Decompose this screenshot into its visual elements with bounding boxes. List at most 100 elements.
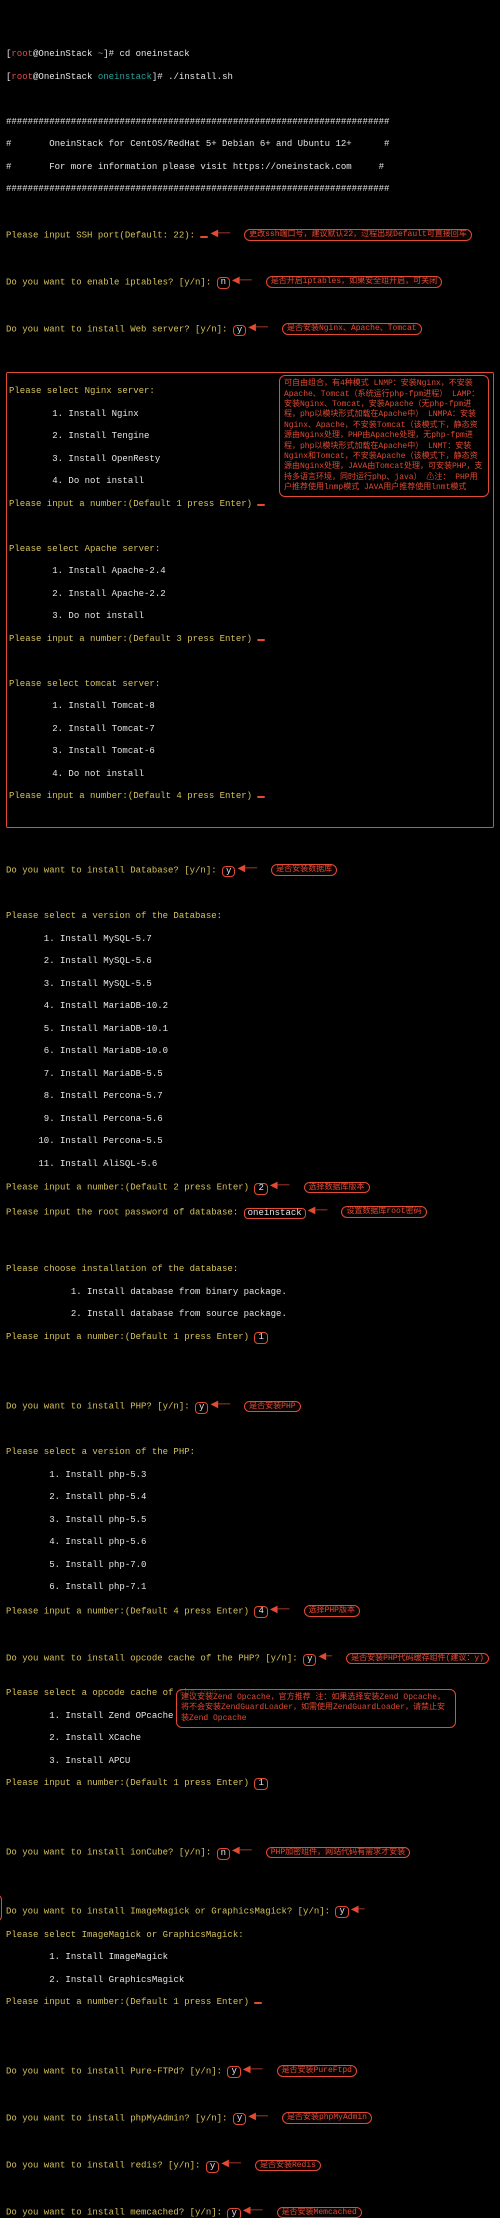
banner-hash: ########################################… <box>6 184 494 195</box>
input-apache-number[interactable] <box>257 639 265 641</box>
prompt-db-ver-input: Please input a number:(Default 2 press E… <box>6 1183 249 1193</box>
arrow-icon: ◀── <box>248 2112 268 2125</box>
arrow-icon: ◀─ <box>351 1905 365 1918</box>
arrow-icon: ◀── <box>232 276 252 289</box>
input-pureftpd[interactable]: y <box>227 2066 240 2078</box>
input-tomcat-number[interactable] <box>257 796 265 798</box>
list-item: 1. Install database from binary package. <box>6 1287 494 1298</box>
list-item: 5. Install php-7.0 <box>6 1560 494 1571</box>
shell-prompt-1: [root@OneinStack ~]# cd oneinstack <box>6 49 494 60</box>
list-item: 3. Install php-5.5 <box>6 1515 494 1526</box>
note-php: 是否安装PHP <box>244 1401 300 1413</box>
arrow-icon: ◀── <box>237 864 257 877</box>
input-db-ver[interactable]: 2 <box>254 1183 267 1195</box>
prompt-db-root: Please input the root password of databa… <box>6 1208 238 1218</box>
prompt-memcached: Do you want to install memcached? [y/n]: <box>6 2208 222 2218</box>
prompt-webserver: Do you want to install Web server? [y/n]… <box>6 325 227 335</box>
prompt-php: Do you want to install PHP? [y/n]: <box>6 1402 190 1412</box>
prompt-tomcat-input: Please input a number:(Default 4 press E… <box>9 791 252 801</box>
input-ssh[interactable] <box>200 236 208 238</box>
prompt-ssh: Please input SSH port(Default: 22): <box>6 231 195 241</box>
input-db-root[interactable]: oneinstack <box>244 1208 306 1220</box>
prompt-imagick-head: Please select ImageMagick or GraphicsMag… <box>6 1930 494 1941</box>
note-pureftpd: 是否安装PureFtpd <box>277 2065 357 2077</box>
input-nginx-number[interactable] <box>257 504 265 506</box>
note-db: 是否安装数据库 <box>271 864 337 876</box>
note-servers-side: 可自由组合，有4种模式 LNMP：安装Nginx，不安装Apache、Tomca… <box>279 375 489 497</box>
note-op-side: 建议安装Zend Opcache，官方推荐 注：如果选择安装Zend Opcac… <box>176 1689 456 1728</box>
prompt-opcache: Do you want to install opcode cache of t… <box>6 1654 298 1664</box>
prompt-db-ver-head: Please select a version of the Database: <box>6 911 494 922</box>
prompt-php-ver-head: Please select a version of the PHP: <box>6 1447 494 1458</box>
note-imagick: PHP图片处理模块，网站代码有需求才安装 <box>0 1894 2 1923</box>
arrow-icon: ◀── <box>243 2206 263 2218</box>
input-redis[interactable]: y <box>206 2161 219 2173</box>
note-webserver: 是否安装Nginx、Apache、Tomcat <box>282 323 422 335</box>
arrow-icon: ◀── <box>243 2065 263 2078</box>
input-iptables[interactable]: n <box>217 277 230 289</box>
prompt-apache-input: Please input a number:(Default 3 press E… <box>9 634 252 644</box>
list-item: 7. Install MariaDB-5.5 <box>6 1069 494 1080</box>
list-item: 5. Install MariaDB-10.1 <box>6 1024 494 1035</box>
list-item: 2. Install MySQL-5.6 <box>6 956 494 967</box>
list-item: 11. Install AliSQL-5.6 <box>6 1159 494 1170</box>
prompt-ioncube: Do you want to install ionCube? [y/n]: <box>6 1848 211 1858</box>
note-phpmyadmin: 是否安装phpMyAdmin <box>282 2112 372 2124</box>
note-memcached: 是否安装Memcached <box>277 2207 362 2218</box>
input-phpmyadmin[interactable]: y <box>233 2113 246 2125</box>
prompt-php-ver-input: Please input a number:(Default 4 press E… <box>6 1606 249 1616</box>
note-opcache: 是否安装PHP代码缓存组件(建议：y) <box>346 1653 489 1665</box>
input-opcache[interactable]: y <box>303 1654 316 1666</box>
prompt-db-pkg-input: Please input a number:(Default 1 press E… <box>6 1332 249 1342</box>
list-item: 8. Install Percona-5.7 <box>6 1091 494 1102</box>
input-ioncube[interactable]: n <box>217 1848 230 1860</box>
arrow-icon: ◀── <box>270 1605 290 1618</box>
input-db-pkg[interactable]: 1 <box>254 1332 267 1344</box>
arrow-icon: ◀── <box>232 1846 252 1859</box>
prompt-imagick-input: Please input a number:(Default 1 press E… <box>6 1997 249 2007</box>
list-item: 9. Install Percona-5.6 <box>6 1114 494 1125</box>
note-redis: 是否安装Redis <box>255 2160 321 2172</box>
prompt-apache-head: Please select Apache server: <box>9 544 491 555</box>
list-item: 2. Install Tomcat-7 <box>9 724 491 735</box>
list-item: 4. Install php-5.6 <box>6 1537 494 1548</box>
prompt-db-pkg-head: Please choose installation of the databa… <box>6 1264 494 1275</box>
input-php-ver[interactable]: 4 <box>254 1606 267 1618</box>
banner-line-2: # For more information please visit http… <box>6 162 494 173</box>
list-item: 1. Install Tomcat-8 <box>9 701 491 712</box>
list-item: 6. Install MariaDB-10.0 <box>6 1046 494 1057</box>
banner-line-1: # OneinStack for CentOS/RedHat 5+ Debian… <box>6 139 494 150</box>
list-item: 10. Install Percona-5.5 <box>6 1136 494 1147</box>
list-item: 2. Install XCache <box>6 1733 494 1744</box>
list-item: 3. Install APCU <box>6 1756 494 1767</box>
list-item: 1. Install ImageMagick <box>6 1952 494 1963</box>
note-db-root: 设置数据库root密码 <box>341 1206 426 1218</box>
input-db[interactable]: y <box>222 866 235 878</box>
prompt-tomcat-head: Please select tomcat server: <box>9 679 491 690</box>
arrow-icon: ◀── <box>308 1206 328 1219</box>
prompt-nginx-input: Please input a number:(Default 1 press E… <box>9 499 252 509</box>
list-item: 4. Do not install <box>9 769 491 780</box>
list-item: 6. Install php-7.1 <box>6 1582 494 1593</box>
list-item: 1. Install MySQL-5.7 <box>6 934 494 945</box>
prompt-phpmyadmin: Do you want to install phpMyAdmin? [y/n]… <box>6 2113 227 2123</box>
note-db-ver: 选择数据库版本 <box>304 1182 370 1194</box>
note-ioncube: PHP加密组件，网站代码有需求才安装 <box>266 1847 410 1859</box>
input-imagick-num[interactable] <box>254 2002 262 2004</box>
note-ssh: 更改ssh端口号，建议默认22，过程出现Default可直接回车 <box>244 229 472 241</box>
prompt-iptables: Do you want to enable iptables? [y/n]: <box>6 277 211 287</box>
arrow-icon: ◀── <box>210 229 230 242</box>
input-op-num[interactable]: 1 <box>254 1778 267 1790</box>
input-webserver[interactable]: y <box>233 325 246 337</box>
input-imagick[interactable]: y <box>335 1906 348 1918</box>
input-php[interactable]: y <box>195 1402 208 1414</box>
list-item: 4. Install MariaDB-10.2 <box>6 1001 494 1012</box>
servers-group: Please select Nginx server: 1. Install N… <box>6 372 494 828</box>
note-php-ver: 选择PHP版本 <box>304 1605 360 1617</box>
input-memcached[interactable]: y <box>227 2208 240 2218</box>
arrow-icon: ◀── <box>270 1181 290 1194</box>
list-item: 3. Install MySQL-5.5 <box>6 979 494 990</box>
list-item: 3. Do not install <box>9 611 491 622</box>
list-item: 2. Install php-5.4 <box>6 1492 494 1503</box>
prompt-imagick: Do you want to install ImageMagick or Gr… <box>6 1906 330 1916</box>
